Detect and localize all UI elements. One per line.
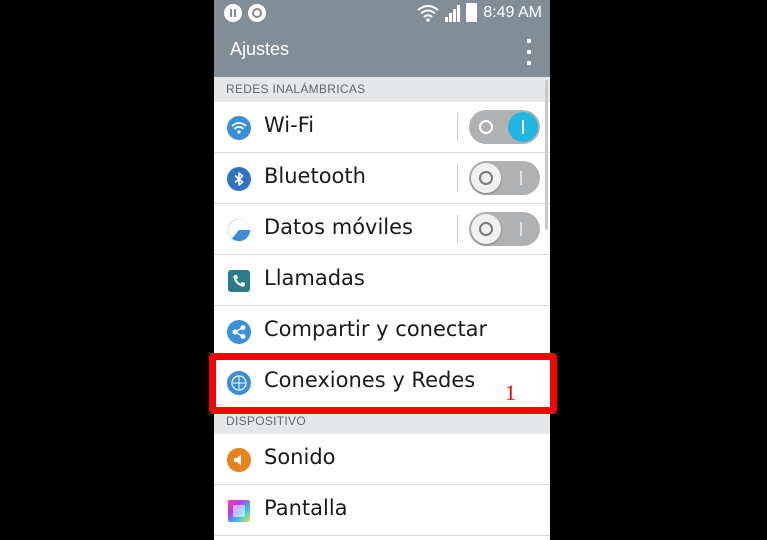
bluetooth-toggle[interactable]: [469, 161, 540, 195]
page-title: Ajustes: [230, 39, 290, 59]
settings-item-sound[interactable]: Sonido: [214, 434, 550, 485]
divider: [457, 215, 458, 243]
wifi-toggle[interactable]: [469, 110, 540, 144]
overflow-menu-icon[interactable]: [526, 39, 532, 65]
settings-item-label: Pantalla: [264, 496, 348, 520]
wifi-icon: [227, 116, 251, 140]
bluetooth-icon: [227, 167, 251, 191]
settings-item-label: Llamadas: [264, 266, 365, 290]
cell-signal-icon: [445, 4, 461, 22]
settings-item-display[interactable]: Pantalla: [214, 485, 550, 536]
speaker-icon: [227, 448, 251, 472]
mobile-data-icon: [227, 218, 251, 242]
record-icon: [248, 4, 266, 22]
settings-item-share-connect[interactable]: Compartir y conectar: [214, 306, 550, 357]
section-header-wireless: REDES INALÁMBRICAS: [214, 77, 550, 102]
settings-item-calls[interactable]: Llamadas: [214, 255, 550, 306]
mobile-data-toggle[interactable]: [469, 212, 540, 246]
phone-screen: 8:49 AM Ajustes REDES INALÁMBRICAS Wi-Fi…: [214, 0, 550, 540]
settings-item-label: Sonido: [264, 445, 336, 469]
settings-item-bluetooth[interactable]: Bluetooth: [214, 153, 550, 204]
scrollbar[interactable]: [545, 80, 548, 230]
status-bar: 8:49 AM: [214, 0, 550, 27]
settings-item-label: Datos móviles: [264, 215, 413, 239]
settings-item-wifi[interactable]: Wi-Fi: [214, 102, 550, 153]
annotation-number: 1: [505, 380, 516, 405]
app-bar: Ajustes: [214, 27, 550, 77]
settings-item-label: Bluetooth: [264, 164, 366, 188]
share-icon: [227, 320, 251, 344]
phone-icon: [228, 270, 250, 292]
divider: [457, 164, 458, 192]
settings-item-label: Wi-Fi: [264, 113, 315, 137]
status-time: 8:49 AM: [483, 3, 542, 21]
pause-icon: [224, 4, 242, 22]
settings-item-mobile-data[interactable]: Datos móviles: [214, 204, 550, 255]
divider: [457, 113, 458, 141]
battery-icon: [466, 3, 478, 22]
wifi-signal-icon: [417, 4, 439, 22]
settings-item-label: Compartir y conectar: [264, 317, 488, 341]
display-icon: [228, 500, 250, 522]
